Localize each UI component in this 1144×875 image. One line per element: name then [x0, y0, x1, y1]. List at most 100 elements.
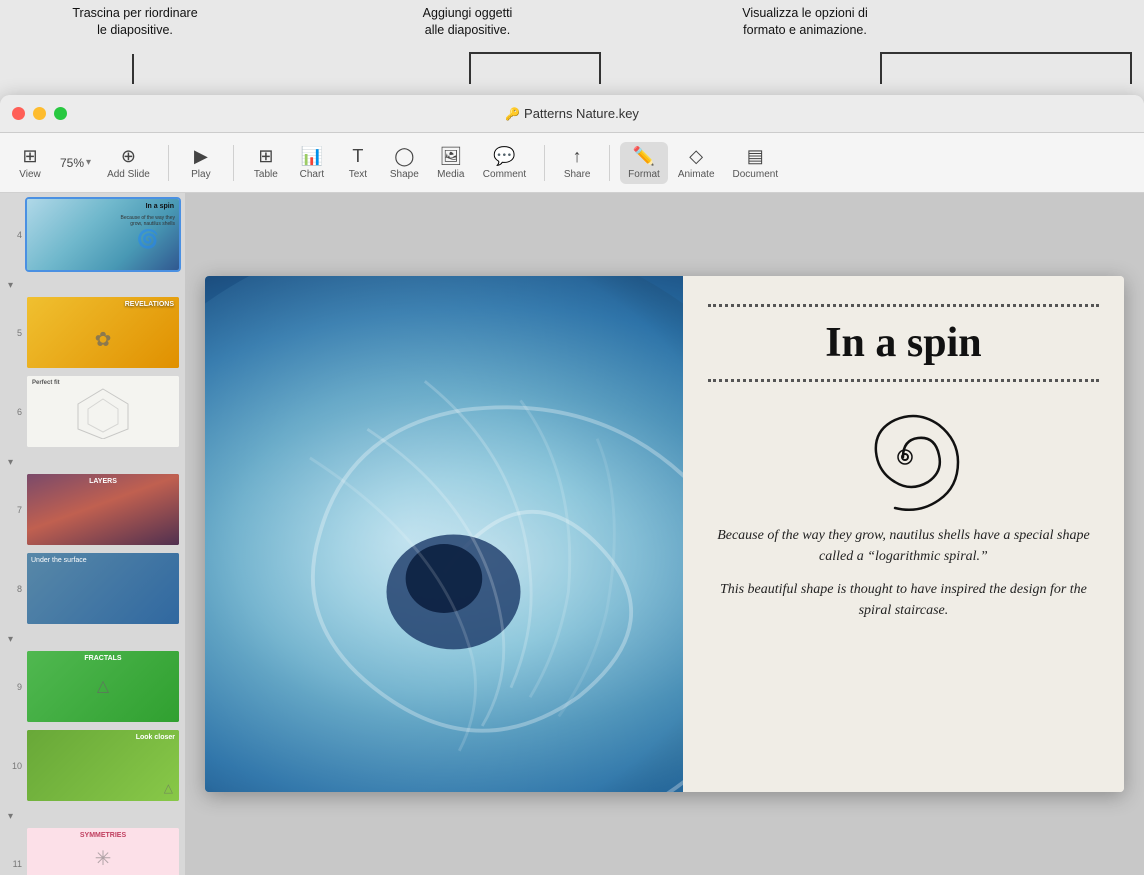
slide-thumb-wrapper-10: 10 Look closer △ [4, 728, 181, 803]
section-divider-7: ▾ [4, 453, 181, 472]
table-button[interactable]: ⊞ Table [244, 142, 288, 184]
thumb-11-title: SYMMETRIES [80, 832, 126, 839]
view-icon: ⊞ [22, 146, 37, 167]
traffic-lights [12, 107, 67, 120]
close-button[interactable] [12, 107, 25, 120]
slide-thumb-8[interactable]: Under the surface [25, 551, 181, 626]
connector-2h [469, 52, 599, 54]
slide-thumb-wrapper-8: 8 Under the surface [4, 551, 181, 626]
shape-button[interactable]: ◯ Shape [382, 142, 427, 184]
slide-num-10: 10 [4, 761, 22, 771]
main-content: 4 In a spin Because of the way they grow… [0, 193, 1144, 875]
slide-text-content: In a spin Because of the way they grow, … [683, 276, 1124, 793]
animate-button[interactable]: ◇ Animate [670, 142, 723, 184]
toolbar-divider-1 [168, 145, 169, 181]
connector-1 [132, 54, 134, 84]
document-icon: ▤ [747, 146, 764, 167]
tooltip-3-line1: Visualizza le opzioni di [742, 6, 868, 20]
slide-thumb-11[interactable]: SYMMETRIES ✳ [25, 826, 181, 875]
nautilus-svg [205, 276, 683, 793]
chart-icon: 📊 [301, 146, 323, 167]
slides-panel[interactable]: 4 In a spin Because of the way they grow… [0, 193, 185, 875]
tooltip-2: Aggiungi oggetti alle diapositive. [380, 5, 555, 39]
section-arrow-9[interactable]: ▾ [8, 632, 15, 647]
text-icon: T [352, 146, 363, 167]
play-icon: ▶ [194, 146, 208, 167]
comment-button[interactable]: 💬 Comment [475, 142, 534, 184]
slide-num-9: 9 [4, 682, 22, 692]
zoom-button[interactable]: 75% ▾ [54, 152, 97, 174]
tooltip-1-line2: le diapositive. [97, 23, 173, 37]
section-divider-11: ▾ [4, 807, 181, 826]
slide-thumb-wrapper-7: 7 LAYERS [4, 472, 181, 547]
toolbar-group-panels: ✏️ Format ◇ Animate ▤ Document [620, 142, 786, 184]
slide-thumb-4[interactable]: In a spin Because of the way they grow, … [25, 197, 181, 272]
connector-3a [880, 52, 882, 84]
title-bar: 🔑 Patterns Nature.key [0, 95, 1144, 133]
slide-thumb-wrapper-9: 9 FRACTALS △ [4, 649, 181, 724]
view-button[interactable]: ⊞ View [8, 142, 52, 184]
slide-num-4: 4 [4, 230, 22, 240]
section-divider-5: ▾ [4, 276, 181, 295]
keynote-icon: 🔑 [505, 107, 520, 121]
slide-num-5: 5 [4, 328, 22, 338]
slide-num-6: 6 [4, 407, 22, 417]
slide-num-11: 11 [4, 859, 22, 869]
slide-num-7: 7 [4, 505, 22, 515]
thumb-4-body: Because of the way they grow, nautilus s… [110, 215, 175, 227]
slide-canvas: In a spin Because of the way they grow, … [205, 276, 1124, 793]
annotation-area: Trascina per riordinare le diapositive. … [0, 0, 1144, 95]
section-arrow-11[interactable]: ▾ [8, 809, 15, 824]
tooltip-2-line1: Aggiungi oggetti [423, 6, 513, 20]
slide-thumb-wrapper-4: 4 In a spin Because of the way they grow… [4, 197, 181, 272]
thumb-8-title: Under the surface [31, 557, 87, 564]
chart-button[interactable]: 📊 Chart [290, 142, 334, 184]
dotted-divider-top [708, 304, 1099, 307]
media-button[interactable]: 🖼 Media [429, 142, 473, 184]
maximize-button[interactable] [54, 107, 67, 120]
zoom-chevron-icon: ▾ [86, 157, 91, 168]
shape-icon: ◯ [394, 146, 414, 167]
window-title: 🔑 Patterns Nature.key [505, 106, 639, 121]
tooltip-1-line1: Trascina per riordinare [72, 6, 197, 20]
dotted-divider-bottom [708, 379, 1099, 382]
slide-thumb-9[interactable]: FRACTALS △ [25, 649, 181, 724]
thumb-10-icon: △ [164, 781, 173, 795]
thumb-11-icon: ✳ [95, 846, 112, 871]
slide-thumb-7[interactable]: LAYERS [25, 472, 181, 547]
format-button[interactable]: ✏️ Format [620, 142, 668, 184]
slide-thumb-wrapper-6: 6 Perfect fit [4, 374, 181, 449]
slide-body-1: Because of the way they grow, nautilus s… [708, 525, 1099, 567]
slide-body-2: This beautiful shape is thought to have … [708, 579, 1099, 621]
slide-thumb-5[interactable]: REVELATIONS ✿ [25, 295, 181, 370]
slide-thumb-6[interactable]: Perfect fit [25, 374, 181, 449]
tooltip-1: Trascina per riordinare le diapositive. [55, 5, 215, 39]
section-arrow-7[interactable]: ▾ [8, 455, 15, 470]
comment-icon: 💬 [493, 146, 515, 167]
app-window: 🔑 Patterns Nature.key ⊞ View 75% ▾ ⊕ Add… [0, 95, 1144, 875]
play-button[interactable]: ▶ Play [179, 142, 223, 184]
thumb-6-geo [27, 376, 179, 447]
minimize-button[interactable] [33, 107, 46, 120]
tooltip-3-line2: formato e animazione. [743, 23, 867, 37]
section-arrow-5[interactable]: ▾ [8, 278, 15, 293]
toolbar: ⊞ View 75% ▾ ⊕ Add Slide ▶ Play ⊞ Tabl [0, 133, 1144, 193]
table-icon: ⊞ [258, 146, 273, 167]
text-button[interactable]: T Text [336, 142, 380, 184]
slide-thumb-wrapper-11: 11 SYMMETRIES ✳ [4, 826, 181, 875]
share-icon: ↑ [573, 146, 582, 167]
connector-3h [880, 52, 1130, 54]
toolbar-divider-4 [609, 145, 610, 181]
thumb-4-title-text: In a spin [146, 203, 174, 210]
thumb-5-icon: ✿ [95, 327, 112, 352]
thumb-10-title: Look closer [136, 734, 175, 741]
add-slide-icon: ⊕ [121, 146, 136, 167]
slide-thumb-10[interactable]: Look closer △ [25, 728, 181, 803]
toolbar-group-view: ⊞ View 75% ▾ ⊕ Add Slide [8, 142, 158, 184]
document-button[interactable]: ▤ Document [725, 142, 787, 184]
section-divider-9: ▾ [4, 630, 181, 649]
thumb-9-icon: △ [97, 676, 109, 696]
share-button[interactable]: ↑ Share [555, 142, 599, 184]
tooltip-3: Visualizza le opzioni di formato e anima… [700, 5, 910, 39]
add-slide-button[interactable]: ⊕ Add Slide [99, 142, 158, 184]
